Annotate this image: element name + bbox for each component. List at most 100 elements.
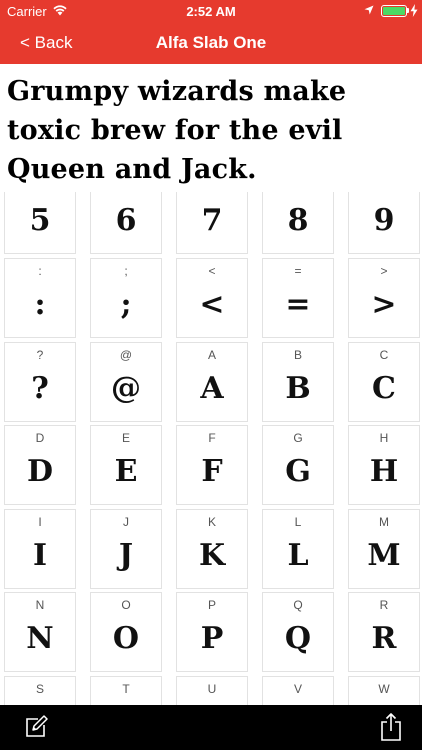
glyph-cell[interactable]: 5: [4, 192, 76, 254]
glyph-cell-label: C: [379, 347, 389, 362]
glyph-cell-glyph: N: [26, 621, 54, 656]
status-bar: Carrier 2:52 AM: [0, 0, 422, 22]
glyph-cell[interactable]: DD: [4, 425, 76, 505]
charging-bolt-icon: [410, 4, 418, 17]
glyph-cell[interactable]: GG: [262, 425, 334, 505]
glyph-cell-label: =: [294, 264, 302, 278]
glyph-cell-label: >: [380, 264, 388, 278]
glyph-cell[interactable]: NN: [4, 592, 76, 672]
glyph-cell-label: G: [293, 431, 303, 445]
glyph-cell-label: U: [207, 681, 217, 696]
glyph-cell-glyph: Q: [284, 621, 312, 656]
glyph-cell-label: <: [208, 264, 216, 278]
glyph-cell[interactable]: = =: [262, 258, 334, 338]
glyph-cell[interactable]: QQ: [262, 592, 334, 672]
glyph-cell-glyph: :: [34, 287, 46, 322]
glyph-cell[interactable]: 8: [262, 192, 334, 254]
glyph-cell[interactable]: JJ: [90, 508, 162, 589]
glyph-cell-label: :: [38, 264, 42, 278]
glyph-cell-glyph: K: [198, 537, 226, 573]
glyph-cell[interactable]: S: [4, 675, 76, 705]
glyph-cell[interactable]: PP: [176, 592, 248, 672]
glyph-cell-label: ;: [124, 264, 128, 278]
glyph-cell-label: J: [123, 514, 129, 529]
glyph-cell[interactable]: AA: [176, 341, 248, 422]
glyph-cell-label: Q: [293, 598, 303, 612]
glyph-cell[interactable]: U: [176, 675, 248, 705]
glyph-cell-glyph: 6: [115, 203, 137, 238]
sample-sentence: Grumpy wizards make toxic brew for the e…: [7, 76, 347, 185]
glyph-cell-label: O: [121, 598, 131, 612]
edit-icon[interactable]: [24, 715, 48, 739]
glyph-cell[interactable]: < <: [176, 258, 248, 338]
glyph-cell-label: T: [122, 681, 130, 696]
glyph-cell[interactable]: BB: [262, 341, 334, 422]
glyph-cell-glyph: B: [285, 370, 311, 406]
glyph-cell-glyph: E: [114, 454, 138, 489]
glyph-cell-glyph: 7: [201, 203, 223, 238]
glyph-cell-glyph: 9: [373, 203, 395, 238]
glyph-cell[interactable]: RR: [348, 592, 420, 672]
glyph-cell-glyph: G: [285, 454, 311, 489]
glyph-cell-label: B: [293, 347, 302, 362]
share-icon[interactable]: [380, 713, 402, 741]
glyph-cell-label: W: [378, 681, 390, 696]
glyph-cell-glyph: >: [371, 287, 397, 322]
bottom-toolbar: [0, 705, 422, 750]
glyph-cell[interactable]: T: [90, 675, 162, 705]
glyph-cell-label: H: [379, 431, 389, 445]
glyph-cell-label: P: [207, 598, 216, 612]
glyph-cell-label: V: [293, 681, 302, 696]
glyph-cell-glyph: A: [200, 370, 224, 406]
glyph-cell-label: E: [121, 431, 130, 445]
glyph-cell-label: N: [35, 598, 45, 612]
glyph-cell-glyph: @: [111, 370, 141, 406]
glyph-cell-label: L: [294, 514, 302, 529]
glyph-cell-glyph: 8: [287, 203, 309, 238]
glyph-cell[interactable]: LL: [262, 508, 334, 589]
glyph-cell-label: S: [35, 681, 44, 696]
glyph-cell[interactable]: EE: [90, 425, 162, 505]
glyph-cell[interactable]: OO: [90, 592, 162, 672]
glyph-cell-label: F: [208, 431, 216, 445]
glyph-cell-glyph: H: [369, 454, 399, 489]
glyph-cell-label: @: [119, 347, 133, 362]
glyph-cell[interactable]: W: [348, 675, 420, 705]
glyph-cell[interactable]: FF: [176, 425, 248, 505]
glyph-cell[interactable]: MM: [348, 508, 420, 589]
glyph-cell[interactable]: V: [262, 675, 334, 705]
glyph-cell[interactable]: KK: [176, 508, 248, 589]
glyph-cell[interactable]: > >: [348, 258, 420, 338]
glyph-cell-glyph: F: [201, 454, 223, 489]
glyph-cell-label: D: [35, 431, 45, 445]
glyph-cell[interactable]: ::: [4, 258, 76, 338]
glyph-cell-glyph: L: [287, 537, 309, 573]
glyph-cell[interactable]: 9: [348, 192, 420, 254]
glyph-cell-label: A: [207, 347, 216, 362]
glyph-cell-glyph: C: [372, 370, 396, 406]
glyph-cell-label: I: [38, 514, 42, 529]
glyph-cell-glyph: J: [118, 537, 134, 573]
page-title: Alfa Slab One: [155, 33, 267, 52]
battery-level: [383, 7, 405, 15]
glyph-cell[interactable]: HH: [348, 425, 420, 505]
glyph-cell-glyph: O: [112, 621, 140, 656]
glyph-cell[interactable]: ??: [4, 341, 76, 422]
glyph-cell[interactable]: ;;: [90, 258, 162, 338]
glyph-cell[interactable]: 6: [90, 192, 162, 254]
glyph-cell-label: K: [207, 514, 216, 529]
glyph-cell[interactable]: II: [4, 508, 76, 589]
glyph-cell-glyph: D: [26, 454, 53, 489]
glyph-cell-glyph: 5: [29, 203, 51, 238]
glyph-cell[interactable]: @ @: [90, 341, 162, 422]
glyph-cell-glyph: ;: [120, 287, 132, 322]
location-arrow-icon: [364, 5, 374, 15]
glyph-cell[interactable]: 7: [176, 192, 248, 254]
glyph-grid-scroll[interactable]: 5 6 7 8 9::;; < < = = > >?? @ @ A A B B C C D D E E F F G G H H I I J J K…: [0, 192, 422, 705]
battery-nub: [407, 8, 409, 13]
glyph-cell-label: M: [379, 514, 389, 529]
glyph-cell-label: ?: [36, 347, 44, 362]
glyph-cell-glyph: P: [200, 621, 224, 656]
glyph-cell[interactable]: CC: [348, 341, 420, 422]
navigation-bar: < Back Alfa Slab One: [0, 22, 422, 64]
